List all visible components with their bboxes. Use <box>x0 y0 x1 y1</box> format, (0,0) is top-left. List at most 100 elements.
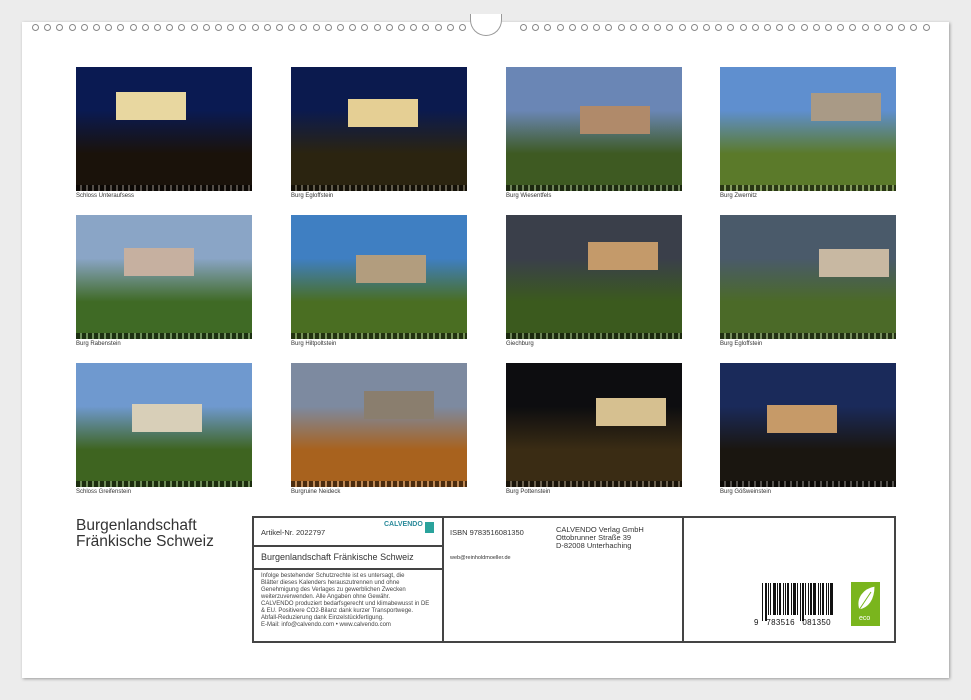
binding-hole <box>727 24 734 31</box>
castle-shape <box>819 249 889 277</box>
legal-line: weiterzuverwenden. Alle Angaben ohne Gew… <box>261 594 446 601</box>
binding-hole <box>532 24 539 31</box>
binding-hole <box>178 24 185 31</box>
binding-hole <box>776 24 783 31</box>
calendar-day-strip <box>76 481 252 487</box>
binding-hole <box>666 24 673 31</box>
binding-hole <box>300 24 307 31</box>
photo-caption: Burg Egloffstein <box>720 341 762 347</box>
barcode-bar <box>762 583 763 621</box>
castle-shape <box>767 405 837 433</box>
eco-badge: eco <box>851 582 880 626</box>
barcode-bar <box>768 583 769 615</box>
calendar-day-strip <box>720 185 896 191</box>
calendar-day-strip <box>291 481 467 487</box>
barcode-bar <box>808 583 809 615</box>
castle-photo <box>506 363 682 487</box>
castle-shape <box>132 404 202 432</box>
binding-hole <box>337 24 344 31</box>
castle-shape <box>364 391 434 419</box>
barcode <box>762 583 834 621</box>
legal-line: Infolge bestehender Schutzrechte ist es … <box>261 573 446 580</box>
photo-caption: Schloss Unteraufsess <box>76 193 134 199</box>
binding-hole <box>447 24 454 31</box>
binding-hole <box>398 24 405 31</box>
barcode-bar <box>773 583 776 615</box>
binding-hole <box>630 24 637 31</box>
barcode-bar <box>822 583 824 615</box>
castle-photo <box>291 363 467 487</box>
binding-hole <box>557 24 564 31</box>
binding-hole <box>813 24 820 31</box>
author-email: web@reinholdmoeller.de <box>450 555 511 561</box>
photo-caption: Burgruine Neideck <box>291 489 340 495</box>
binding-hole <box>130 24 137 31</box>
castle-photo <box>291 67 467 191</box>
calendar-day-strip <box>720 333 896 339</box>
binding-hole <box>203 24 210 31</box>
calendar-day-strip <box>506 185 682 191</box>
binding-hole <box>288 24 295 31</box>
binding-hole <box>215 24 222 31</box>
binding-hole <box>105 24 112 31</box>
barcode-bar <box>793 583 796 615</box>
binding-hole <box>44 24 51 31</box>
binding-hole <box>898 24 905 31</box>
binding-hole <box>117 24 124 31</box>
binding-hole <box>764 24 771 31</box>
binding-hole <box>654 24 661 31</box>
binding-hole <box>154 24 161 31</box>
binding-hole <box>886 24 893 31</box>
binding-hole <box>435 24 442 31</box>
legal-line: CALVENDO produziert bedarfsgerecht und k… <box>261 601 446 608</box>
binding-hole <box>544 24 551 31</box>
binding-hole <box>93 24 100 31</box>
barcode-bar <box>779 583 781 615</box>
binding-hole <box>703 24 710 31</box>
binding-hole <box>910 24 917 31</box>
binding-hole <box>691 24 698 31</box>
title-line-1: Burgenlandschaft <box>76 518 214 534</box>
binding-hole <box>264 24 271 31</box>
publisher-address: CALVENDO Verlag GmbH Ottobrunner Straße … <box>556 526 644 550</box>
castle-shape <box>596 398 666 426</box>
binding-hole <box>923 24 930 31</box>
castle-photo <box>76 363 252 487</box>
binding-hole <box>801 24 808 31</box>
castle-shape <box>356 255 426 283</box>
binding-hole <box>740 24 747 31</box>
castle-shape <box>580 106 650 134</box>
binding-hole <box>361 24 368 31</box>
title-line-2: Fränkische Schweiz <box>76 534 214 550</box>
barcode-bar <box>826 583 827 615</box>
barcode-bar <box>810 583 812 615</box>
binding-hole <box>410 24 417 31</box>
eco-label: eco <box>859 615 870 622</box>
legal-line: Genehmigung des Verlages zu gewerblichen… <box>261 587 446 594</box>
barcode-bar <box>797 583 798 615</box>
barcode-bar <box>777 583 778 615</box>
binding-hole <box>788 24 795 31</box>
barcode-bar <box>783 583 784 615</box>
calvendo-logo-mark <box>425 522 434 533</box>
barcode-bar <box>830 583 833 615</box>
legal-line: Abfall-Reduzierung dank Einzelstückferti… <box>261 615 446 622</box>
barcode-bar <box>800 583 801 621</box>
binding-hole <box>325 24 332 31</box>
binding-hole <box>313 24 320 31</box>
binding-hole <box>569 24 576 31</box>
isbn: ISBN 9783516081350 <box>450 528 524 537</box>
barcode-bar <box>828 583 829 615</box>
info-middle-column: ISBN 9783516081350 CALVENDO Verlag GmbH … <box>444 518 684 641</box>
photo-caption: Burg Pottenstein <box>506 489 550 495</box>
barcode-bar <box>765 583 767 621</box>
legal-line: & EU. Positivere CO2-Bilanz dank kurzer … <box>261 608 446 615</box>
calendar-day-strip <box>76 333 252 339</box>
binding-hole <box>459 24 466 31</box>
calendar-day-strip <box>291 185 467 191</box>
binding-hole <box>276 24 283 31</box>
legal-line: Blätter dieses Kalenders herauszutrennen… <box>261 580 446 587</box>
photo-caption: Burg Egloffstein <box>291 193 333 199</box>
binding-hole <box>386 24 393 31</box>
calendar-day-strip <box>506 333 682 339</box>
